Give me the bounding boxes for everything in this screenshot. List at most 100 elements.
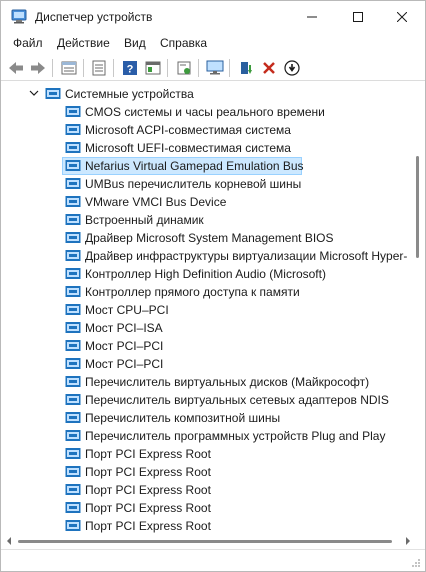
system-devices-folder-icon <box>45 88 61 99</box>
device-label: Перечислитель программных устройств Plug… <box>85 429 386 443</box>
menu-bar: Файл Действие Вид Справка <box>1 32 425 54</box>
tree-device-row[interactable]: Порт PCI Express Root <box>1 445 411 463</box>
forward-arrow-icon <box>31 62 45 74</box>
minimize-button[interactable] <box>289 1 335 32</box>
tree-device-row[interactable]: CMOS системы и часы реального времени <box>1 103 411 121</box>
system-device-icon <box>65 268 81 279</box>
menu-file[interactable]: Файл <box>13 36 43 50</box>
chevron-down-icon[interactable] <box>29 89 39 97</box>
tree-device-row[interactable]: Перечислитель программных устройств Plug… <box>1 427 411 445</box>
device-label: Мост CPU–PCI <box>85 303 169 317</box>
uninstall-icon <box>263 62 275 74</box>
device-manager-window: Диспетчер устройств Файл Действие Вид Сп… <box>0 0 426 572</box>
device-label: Контроллер прямого доступа к памяти <box>85 285 300 299</box>
device-label: CMOS системы и часы реального времени <box>85 105 325 119</box>
scan-hardware-button[interactable] <box>173 57 195 79</box>
menu-view[interactable]: Вид <box>124 36 146 50</box>
uninstall-button[interactable] <box>258 57 280 79</box>
properties-icon <box>61 61 77 75</box>
system-device-icon <box>65 142 81 153</box>
tree-device-row[interactable]: Мост PCI–ISA <box>1 319 411 337</box>
menu-help[interactable]: Справка <box>160 36 207 50</box>
toolbar-separator <box>83 59 84 77</box>
system-device-icon <box>65 412 81 423</box>
device-label: VMware VMCI Bus Device <box>85 195 227 209</box>
scroll-left-icon[interactable] <box>6 537 12 545</box>
vertical-scroll-thumb[interactable] <box>416 156 419 258</box>
device-label: Порт PCI Express Root <box>85 501 211 515</box>
tree-device-row[interactable]: Мост PCI–PCI <box>1 337 411 355</box>
device-label: Microsoft UEFI-совместимая система <box>85 141 291 155</box>
category-label: Системные устройства <box>65 87 194 101</box>
tree-category-system-devices[interactable]: Системные устройства <box>1 85 411 103</box>
system-device-icon <box>65 376 81 387</box>
tree-device-row[interactable]: VMware VMCI Bus Device <box>1 193 411 211</box>
tree-device-row[interactable]: Порт PCI Express Root <box>1 481 411 499</box>
monitor-icon <box>206 60 224 75</box>
system-device-icon <box>65 304 81 315</box>
minimize-icon <box>307 16 317 17</box>
back-arrow-icon <box>9 62 23 74</box>
tree-device-row[interactable]: Контроллер прямого доступа к памяти <box>1 283 411 301</box>
tree-device-row[interactable]: Драйвер инфраструктуры виртуализации Mic… <box>1 247 411 265</box>
resize-grip-icon[interactable] <box>411 558 421 568</box>
close-button[interactable] <box>379 1 425 32</box>
device-label: Контроллер High Definition Audio (Micros… <box>85 267 326 281</box>
system-device-icon <box>65 394 81 405</box>
toolbar-separator <box>229 59 230 77</box>
maximize-button[interactable] <box>335 1 381 32</box>
toolbar: ? <box>1 55 425 81</box>
horizontal-scroll-thumb[interactable] <box>18 540 392 543</box>
device-label: UMBus перечислитель корневой шины <box>85 177 302 191</box>
device-label: Мост PCI–ISA <box>85 321 163 335</box>
system-device-icon <box>65 430 81 441</box>
vertical-scrollbar[interactable] <box>411 82 425 533</box>
device-label: Порт PCI Express Root <box>85 465 211 479</box>
menu-action[interactable]: Действие <box>57 36 110 50</box>
tree-device-row[interactable]: Порт PCI Express Root <box>1 517 411 533</box>
list-icon <box>92 60 106 76</box>
tree-device-row[interactable]: Microsoft UEFI-совместимая система <box>1 139 411 157</box>
device-label: Драйвер Microsoft System Management BIOS <box>85 231 334 245</box>
update-driver-icon <box>241 62 252 74</box>
device-label: Microsoft ACPI-совместимая система <box>85 123 291 137</box>
tree-device-row[interactable]: Порт PCI Express Root <box>1 463 411 481</box>
device-manager-app-icon <box>11 9 27 24</box>
back-button[interactable] <box>5 57 27 79</box>
tree-device-row[interactable]: Nefarius Virtual Gamepad Emulation Bus <box>1 157 411 175</box>
tree-device-row[interactable]: Мост CPU–PCI <box>1 301 411 319</box>
toolbar-separator <box>198 59 199 77</box>
device-label: Мост PCI–PCI <box>85 339 164 353</box>
monitor-button[interactable] <box>204 57 226 79</box>
horizontal-scrollbar[interactable] <box>1 533 425 549</box>
properties-button[interactable] <box>58 57 80 79</box>
help-button[interactable]: ? <box>119 57 141 79</box>
scroll-right-icon[interactable] <box>405 537 411 545</box>
tree-device-row[interactable]: Порт PCI Express Root <box>1 499 411 517</box>
tree-device-row[interactable]: Microsoft ACPI-совместимая система <box>1 121 411 139</box>
tree-device-row[interactable]: Перечислитель виртуальных дисков (Майкро… <box>1 373 411 391</box>
list-button[interactable] <box>88 57 110 79</box>
disable-device-button[interactable] <box>281 57 303 79</box>
system-device-icon <box>65 448 81 459</box>
maximize-icon <box>353 11 363 22</box>
view-button[interactable] <box>142 57 164 79</box>
tree-device-row[interactable]: Контроллер High Definition Audio (Micros… <box>1 265 411 283</box>
tree-device-row[interactable]: Перечислитель виртуальных сетевых адапте… <box>1 391 411 409</box>
update-driver-button[interactable] <box>235 57 257 79</box>
system-device-icon <box>65 160 81 171</box>
device-label: Мост PCI–PCI <box>85 357 164 371</box>
tree-device-row[interactable]: Драйвер Microsoft System Management BIOS <box>1 229 411 247</box>
device-label: Перечислитель виртуальных сетевых адапте… <box>85 393 389 407</box>
system-device-icon <box>65 124 81 135</box>
device-label: Встроенный динамик <box>85 213 204 227</box>
tree-device-row[interactable]: Перечислитель композитной шины <box>1 409 411 427</box>
system-device-icon <box>65 214 81 225</box>
close-icon <box>397 11 407 22</box>
device-label: Порт PCI Express Root <box>85 483 211 497</box>
help-icon: ? <box>123 61 137 76</box>
tree-device-row[interactable]: Встроенный динамик <box>1 211 411 229</box>
tree-device-row[interactable]: UMBus перечислитель корневой шины <box>1 175 411 193</box>
forward-button[interactable] <box>27 57 49 79</box>
tree-device-row[interactable]: Мост PCI–PCI <box>1 355 411 373</box>
